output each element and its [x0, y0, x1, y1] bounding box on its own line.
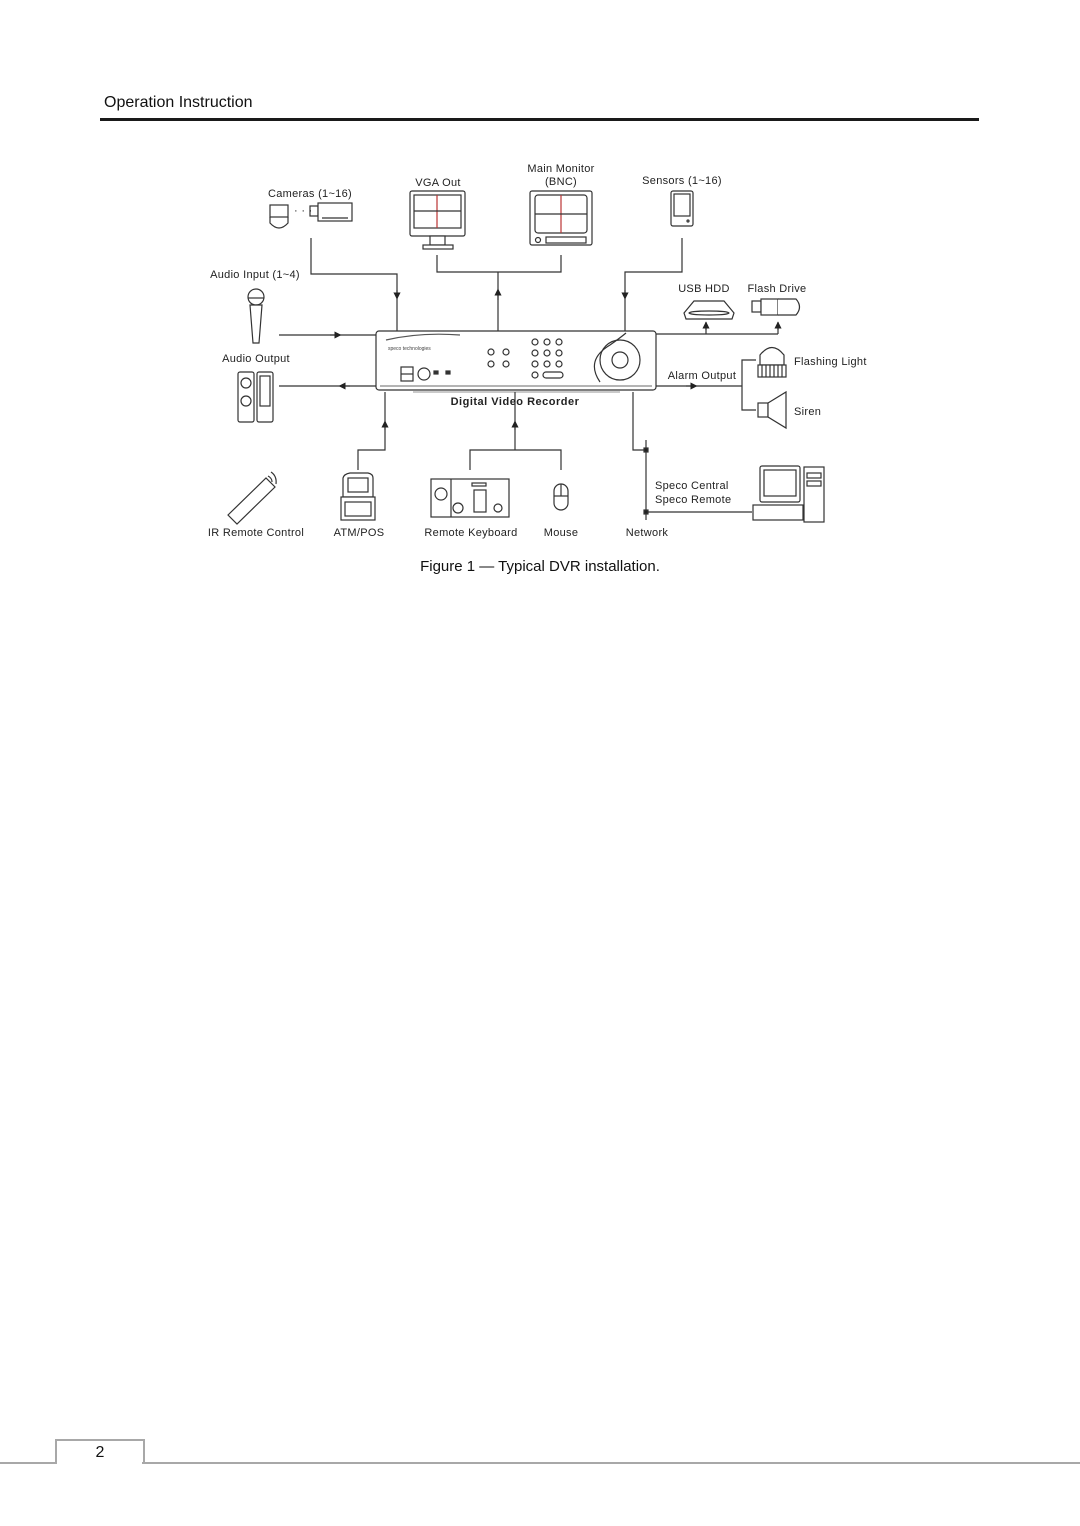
atm-pos-label: ATM/POS	[334, 527, 385, 539]
usb-hdd-label: USB HDD	[678, 283, 730, 295]
vga-monitor-icon	[409, 190, 466, 250]
usb-hdd-icon	[683, 300, 735, 320]
siren-icon	[757, 390, 787, 430]
alarm-output-label: Alarm Output	[668, 370, 736, 382]
cameras-label: Cameras (1~16)	[268, 188, 352, 200]
svg-text:· · ·: · · ·	[294, 205, 313, 217]
speco-central-label: Speco Central	[655, 480, 729, 492]
ir-remote-label: IR Remote Control	[208, 527, 304, 539]
flash-drive-label: Flash Drive	[748, 283, 807, 295]
vga-out-label: VGA Out	[415, 177, 461, 189]
atm-pos-icon	[340, 472, 376, 521]
mouse-icon	[553, 483, 569, 511]
computer-icon	[752, 465, 825, 523]
flashing-light-icon	[757, 346, 787, 378]
page-number: 2	[55, 1439, 145, 1464]
network-label: Network	[626, 527, 669, 539]
ir-remote-icon	[227, 471, 277, 525]
flashing-light-label: Flashing Light	[794, 356, 867, 368]
footer-rule-right	[142, 1462, 1080, 1464]
main-monitor-bnc-label: (BNC)	[545, 176, 577, 188]
remote-keyboard-label: Remote Keyboard	[424, 527, 517, 539]
audio-input-label: Audio Input (1~4)	[210, 269, 300, 281]
siren-label: Siren	[794, 406, 821, 418]
dvr-label: Digital Video Recorder	[451, 396, 580, 408]
figure-caption: Figure 1 — Typical DVR installation.	[420, 558, 660, 575]
speakers-icon	[237, 371, 274, 423]
speco-remote-label: Speco Remote	[655, 494, 731, 506]
main-monitor-icon	[529, 190, 593, 246]
sensors-label: Sensors (1~16)	[642, 175, 722, 187]
audio-output-label: Audio Output	[222, 353, 290, 365]
remote-keyboard-icon	[430, 478, 510, 518]
sensor-icon	[670, 190, 694, 227]
main-monitor-label: Main Monitor	[527, 163, 594, 175]
mouse-label: Mouse	[544, 527, 579, 539]
dvr-installation-diagram: · · · Cameras (1~16) VGA Out Main Monito…	[208, 163, 867, 539]
dvr-device	[375, 330, 657, 393]
microphone-icon	[247, 288, 265, 344]
dvr-brand-text: speco technologies	[388, 346, 431, 352]
footer-rule-left	[0, 1462, 56, 1464]
flash-drive-icon	[751, 298, 801, 316]
